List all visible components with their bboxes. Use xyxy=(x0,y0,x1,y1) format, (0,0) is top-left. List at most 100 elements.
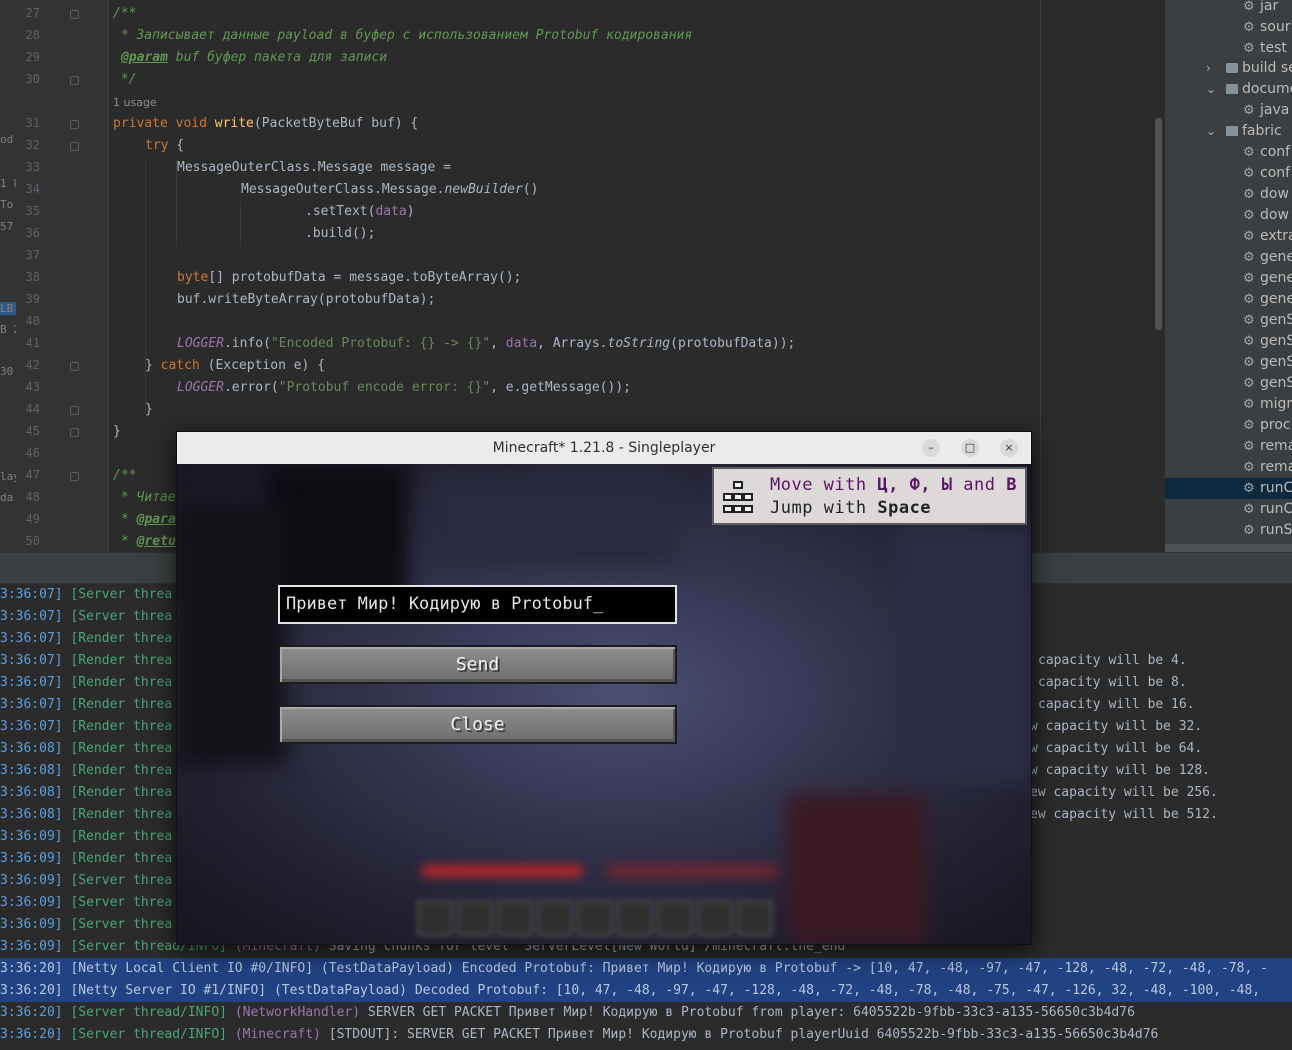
chevron-down-icon[interactable]: ⌄ xyxy=(1206,82,1216,96)
tree-item-label: genS xyxy=(1260,375,1292,391)
fold-marker-icon[interactable] xyxy=(70,362,79,371)
tree-item[interactable]: ⚙ test xyxy=(1243,38,1287,59)
log-thread: [Render threa xyxy=(70,741,173,756)
tree-item-selected[interactable]: ⚙ runC xyxy=(1165,478,1292,499)
tree-item[interactable]: ⚙ genS xyxy=(1243,352,1292,373)
javadoc-tag: @retu xyxy=(136,534,176,549)
tree-item-label: dow xyxy=(1260,207,1289,223)
folder-icon xyxy=(1226,126,1238,136)
tree-item[interactable]: ⚙ runS xyxy=(1243,520,1292,541)
project-scrollbar[interactable] xyxy=(1165,544,1292,552)
log-thread: [Render threa xyxy=(70,653,173,668)
gear-icon: ⚙ xyxy=(1243,355,1255,370)
tree-item-label: gene xyxy=(1260,270,1292,286)
tree-item[interactable]: ⚙ conf xyxy=(1243,163,1290,184)
keyword: byte xyxy=(177,270,209,285)
close-button[interactable]: Close xyxy=(278,705,677,744)
code-line: MessageOuterClass.Message message = xyxy=(177,160,451,175)
chevron-right-icon[interactable]: › xyxy=(1206,61,1211,75)
fold-marker-icon[interactable] xyxy=(70,76,79,85)
javadoc-tag: @para xyxy=(136,512,176,527)
tree-item[interactable]: ⚙ extra xyxy=(1243,226,1292,247)
log-thread: [Server threa xyxy=(70,917,173,932)
log-tail: w capacity will be 128. xyxy=(1030,763,1211,778)
chevron-down-icon[interactable]: ⌄ xyxy=(1206,124,1216,138)
log-timestamp: 3:36:07] xyxy=(0,653,63,668)
tree-item-folder[interactable]: fabric xyxy=(1226,121,1282,142)
tree-item[interactable]: ⚙ genS xyxy=(1243,373,1292,394)
fold-marker-icon[interactable] xyxy=(70,142,79,151)
tree-item[interactable]: ⚙ migr xyxy=(1243,394,1292,415)
log-tail: ew capacity will be 256. xyxy=(1030,785,1218,800)
tree-item[interactable]: ⚙ conf xyxy=(1243,142,1290,163)
strip-text: LB xyxy=(0,302,16,315)
tree-item-label: docume xyxy=(1242,81,1292,97)
tutorial-text: and xyxy=(952,475,1007,495)
tree-item[interactable]: ⚙ genS xyxy=(1243,331,1292,352)
minimize-button[interactable]: – xyxy=(922,439,940,457)
tree-item[interactable]: ⚙ proc xyxy=(1243,415,1291,436)
maximize-button[interactable]: □ xyxy=(961,439,979,457)
gear-icon: ⚙ xyxy=(1243,523,1255,538)
log-line-highlighted: 3:36:20] [Netty Server IO #1/INFO] (Test… xyxy=(0,980,1292,1002)
code-text: , e.getMessage()); xyxy=(490,380,631,395)
tree-item[interactable]: ⚙ dow xyxy=(1243,184,1289,205)
tree-item[interactable]: ⚙ gene xyxy=(1243,268,1292,289)
log-timestamp: 3:36:07] xyxy=(0,675,63,690)
gear-icon: ⚙ xyxy=(1243,334,1255,349)
game-viewport[interactable]: Move with Ц, Ф, Ы and В Jump with Space … xyxy=(177,464,1031,944)
right-margin-guide xyxy=(1040,0,1041,552)
send-button[interactable]: Send xyxy=(278,645,677,684)
tree-item[interactable]: ⚙ genS xyxy=(1243,310,1292,331)
line-number: 35 xyxy=(25,204,40,218)
string-literal: "Encoded Protobuf: {} -> {}" xyxy=(270,336,491,351)
fold-marker-icon[interactable] xyxy=(70,120,79,129)
tree-item[interactable]: ⚙ gene xyxy=(1243,289,1292,310)
fold-marker-icon[interactable] xyxy=(70,472,79,481)
tree-item[interactable]: ⚙ dow xyxy=(1243,205,1289,226)
message-input[interactable]: Привет Мир! Кодирую в Protobuf_ xyxy=(278,585,677,624)
tree-item-folder[interactable]: build se xyxy=(1226,58,1292,79)
log-thread: [Netty Local Client IO #0/INFO] xyxy=(62,961,314,976)
log-thread: [Server threa xyxy=(70,609,173,624)
tree-item[interactable]: ⚙ rema xyxy=(1243,436,1292,457)
close-window-button[interactable]: × xyxy=(1000,439,1018,457)
line-number: 41 xyxy=(25,336,40,350)
log-tail: capacity will be 4. xyxy=(1038,653,1187,668)
tree-item[interactable]: ⚙ gene xyxy=(1243,247,1292,268)
comment-text: buf буфер пакета для записи xyxy=(167,50,388,65)
gear-icon: ⚙ xyxy=(1243,41,1255,56)
editor-scrollbar[interactable] xyxy=(1155,118,1162,330)
tree-item[interactable]: ⚙ java xyxy=(1243,100,1289,121)
log-message: Decoded Protobuf: [10, 47, -48, -97, -47… xyxy=(407,983,1261,998)
tree-item[interactable]: ⚙ sour xyxy=(1243,17,1291,38)
tree-item-folder[interactable]: docume xyxy=(1226,79,1292,100)
tree-item[interactable]: ⚙ runC xyxy=(1243,499,1292,520)
fold-marker-icon[interactable] xyxy=(70,10,79,19)
log-thread: [Server threa xyxy=(70,895,173,910)
fold-marker-icon[interactable] xyxy=(70,406,79,415)
gear-icon: ⚙ xyxy=(1243,208,1255,223)
tree-item-label: rema xyxy=(1260,459,1292,475)
usage-hint[interactable]: 1 usage xyxy=(113,96,157,109)
tree-item-label: conf xyxy=(1260,144,1291,160)
fold-marker-icon[interactable] xyxy=(70,428,79,437)
javadoc-tag: @param xyxy=(121,50,168,65)
tutorial-key: В xyxy=(1006,475,1017,495)
tree-item[interactable]: ⚙ rema xyxy=(1243,457,1292,478)
code-text: { xyxy=(168,138,185,153)
gear-icon: ⚙ xyxy=(1243,271,1255,286)
log-timestamp: 3:36:08] xyxy=(0,741,63,756)
project-tree[interactable]: ⚙ jar ⚙ sour ⚙ test › build se ⌄ docume ⚙ ja… xyxy=(1165,0,1292,552)
gear-icon: ⚙ xyxy=(1243,439,1255,454)
code-line: } catch (Exception e) { xyxy=(145,358,325,373)
gear-icon: ⚙ xyxy=(1243,166,1255,181)
tree-item[interactable]: ⚙ jar xyxy=(1243,0,1278,17)
minecraft-window[interactable]: Minecraft* 1.21.8 - Singleplayer – □ × M… xyxy=(176,431,1032,945)
gear-icon: ⚙ xyxy=(1243,292,1255,307)
window-titlebar[interactable]: Minecraft* 1.21.8 - Singleplayer – □ × xyxy=(177,432,1031,465)
blurred-scenery xyxy=(427,474,677,564)
hotbar xyxy=(417,900,787,940)
strip-text: 30 xyxy=(0,365,14,378)
line-number: 34 xyxy=(25,182,40,196)
